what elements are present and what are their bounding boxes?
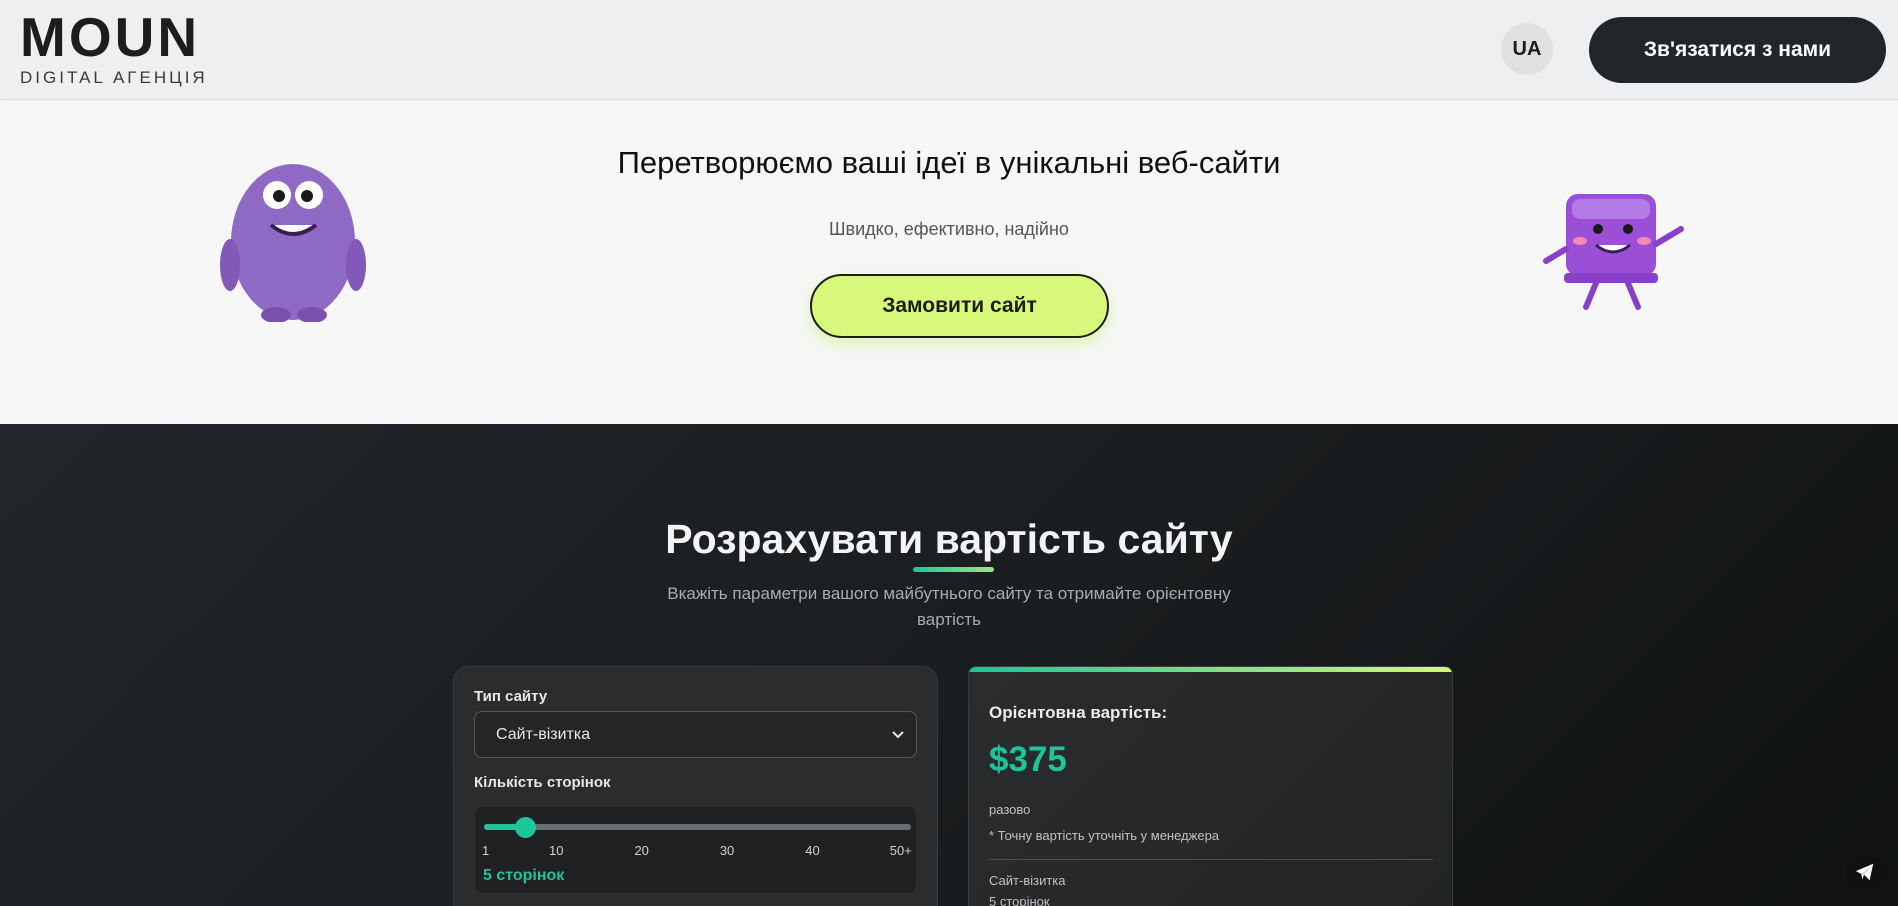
result-divider	[989, 859, 1433, 860]
order-site-button[interactable]: Замовити сайт	[810, 274, 1109, 338]
site-type-label: Тип сайту	[474, 688, 548, 705]
slider-tick-label: 20	[634, 843, 649, 858]
chevron-down-icon	[892, 731, 904, 739]
site-type-select[interactable]: Сайт-візитка	[474, 711, 917, 758]
result-card-accent-bar	[969, 667, 1452, 672]
hero-title: Перетворюємо ваші ідеї в унікальні веб-с…	[617, 145, 1281, 180]
contact-us-button[interactable]: Зв'язатися з нами	[1589, 17, 1886, 83]
slider-tick-label: 30	[719, 843, 735, 858]
telegram-icon	[1855, 863, 1874, 881]
hero-section: Перетворюємо ваші ідеї в унікальні веб-с…	[0, 101, 1898, 424]
pages-slider-track[interactable]	[484, 817, 911, 838]
title-underline	[913, 567, 994, 572]
logo[interactable]: MOUN DIGITAL АГЕНЦІЯ	[20, 10, 208, 88]
telegram-chat-button[interactable]	[1845, 852, 1885, 892]
pages-slider-container: 1 10 20 30 40 50+ 5 сторінок	[474, 806, 917, 894]
price-calculator-section: Розрахувати вартість сайту Вкажіть парам…	[0, 424, 1898, 906]
purple-cube-mascot-image	[1543, 194, 1684, 310]
estimated-price-value: $375	[989, 740, 1067, 779]
payment-frequency-text: разово	[989, 802, 1031, 817]
logo-sub-text: DIGITAL АГЕНЦІЯ	[20, 68, 208, 87]
slider-tick-label: 40	[805, 843, 820, 858]
site-header: MOUN DIGITAL АГЕНЦІЯ UA Зв'язатися з нам…	[0, 0, 1898, 100]
estimated-price-label: Орієнтовна вартість:	[989, 703, 1168, 722]
slider-tick-label: 1	[482, 843, 490, 858]
pages-count-value: 5 сторінок	[483, 867, 565, 884]
pages-slider-thumb[interactable]	[515, 817, 536, 838]
calculator-title: Розрахувати вартість сайту	[665, 516, 1233, 562]
calculator-description: Вкажіть параметри вашого майбутнього сай…	[667, 584, 1231, 629]
price-note-text: * Точну вартість уточніть у менеджера	[989, 828, 1220, 843]
slider-tick-label: 10	[549, 843, 564, 858]
summary-pages-count: 5 сторінок	[989, 894, 1050, 906]
pages-count-label: Кількість сторінок	[474, 774, 611, 791]
logo-main-text: MOUN	[20, 6, 201, 68]
site-type-selected-value: Сайт-візитка	[496, 725, 591, 743]
slider-tick-label: 50+	[889, 843, 912, 858]
language-switcher-button[interactable]: UA	[1501, 23, 1553, 75]
summary-site-type: Сайт-візитка	[989, 873, 1066, 888]
calculator-form-card: Тип сайту Сайт-візитка Кількість сторіно…	[453, 666, 938, 906]
price-result-card: Орієнтовна вартість: $375 разово * Точну…	[968, 666, 1453, 906]
